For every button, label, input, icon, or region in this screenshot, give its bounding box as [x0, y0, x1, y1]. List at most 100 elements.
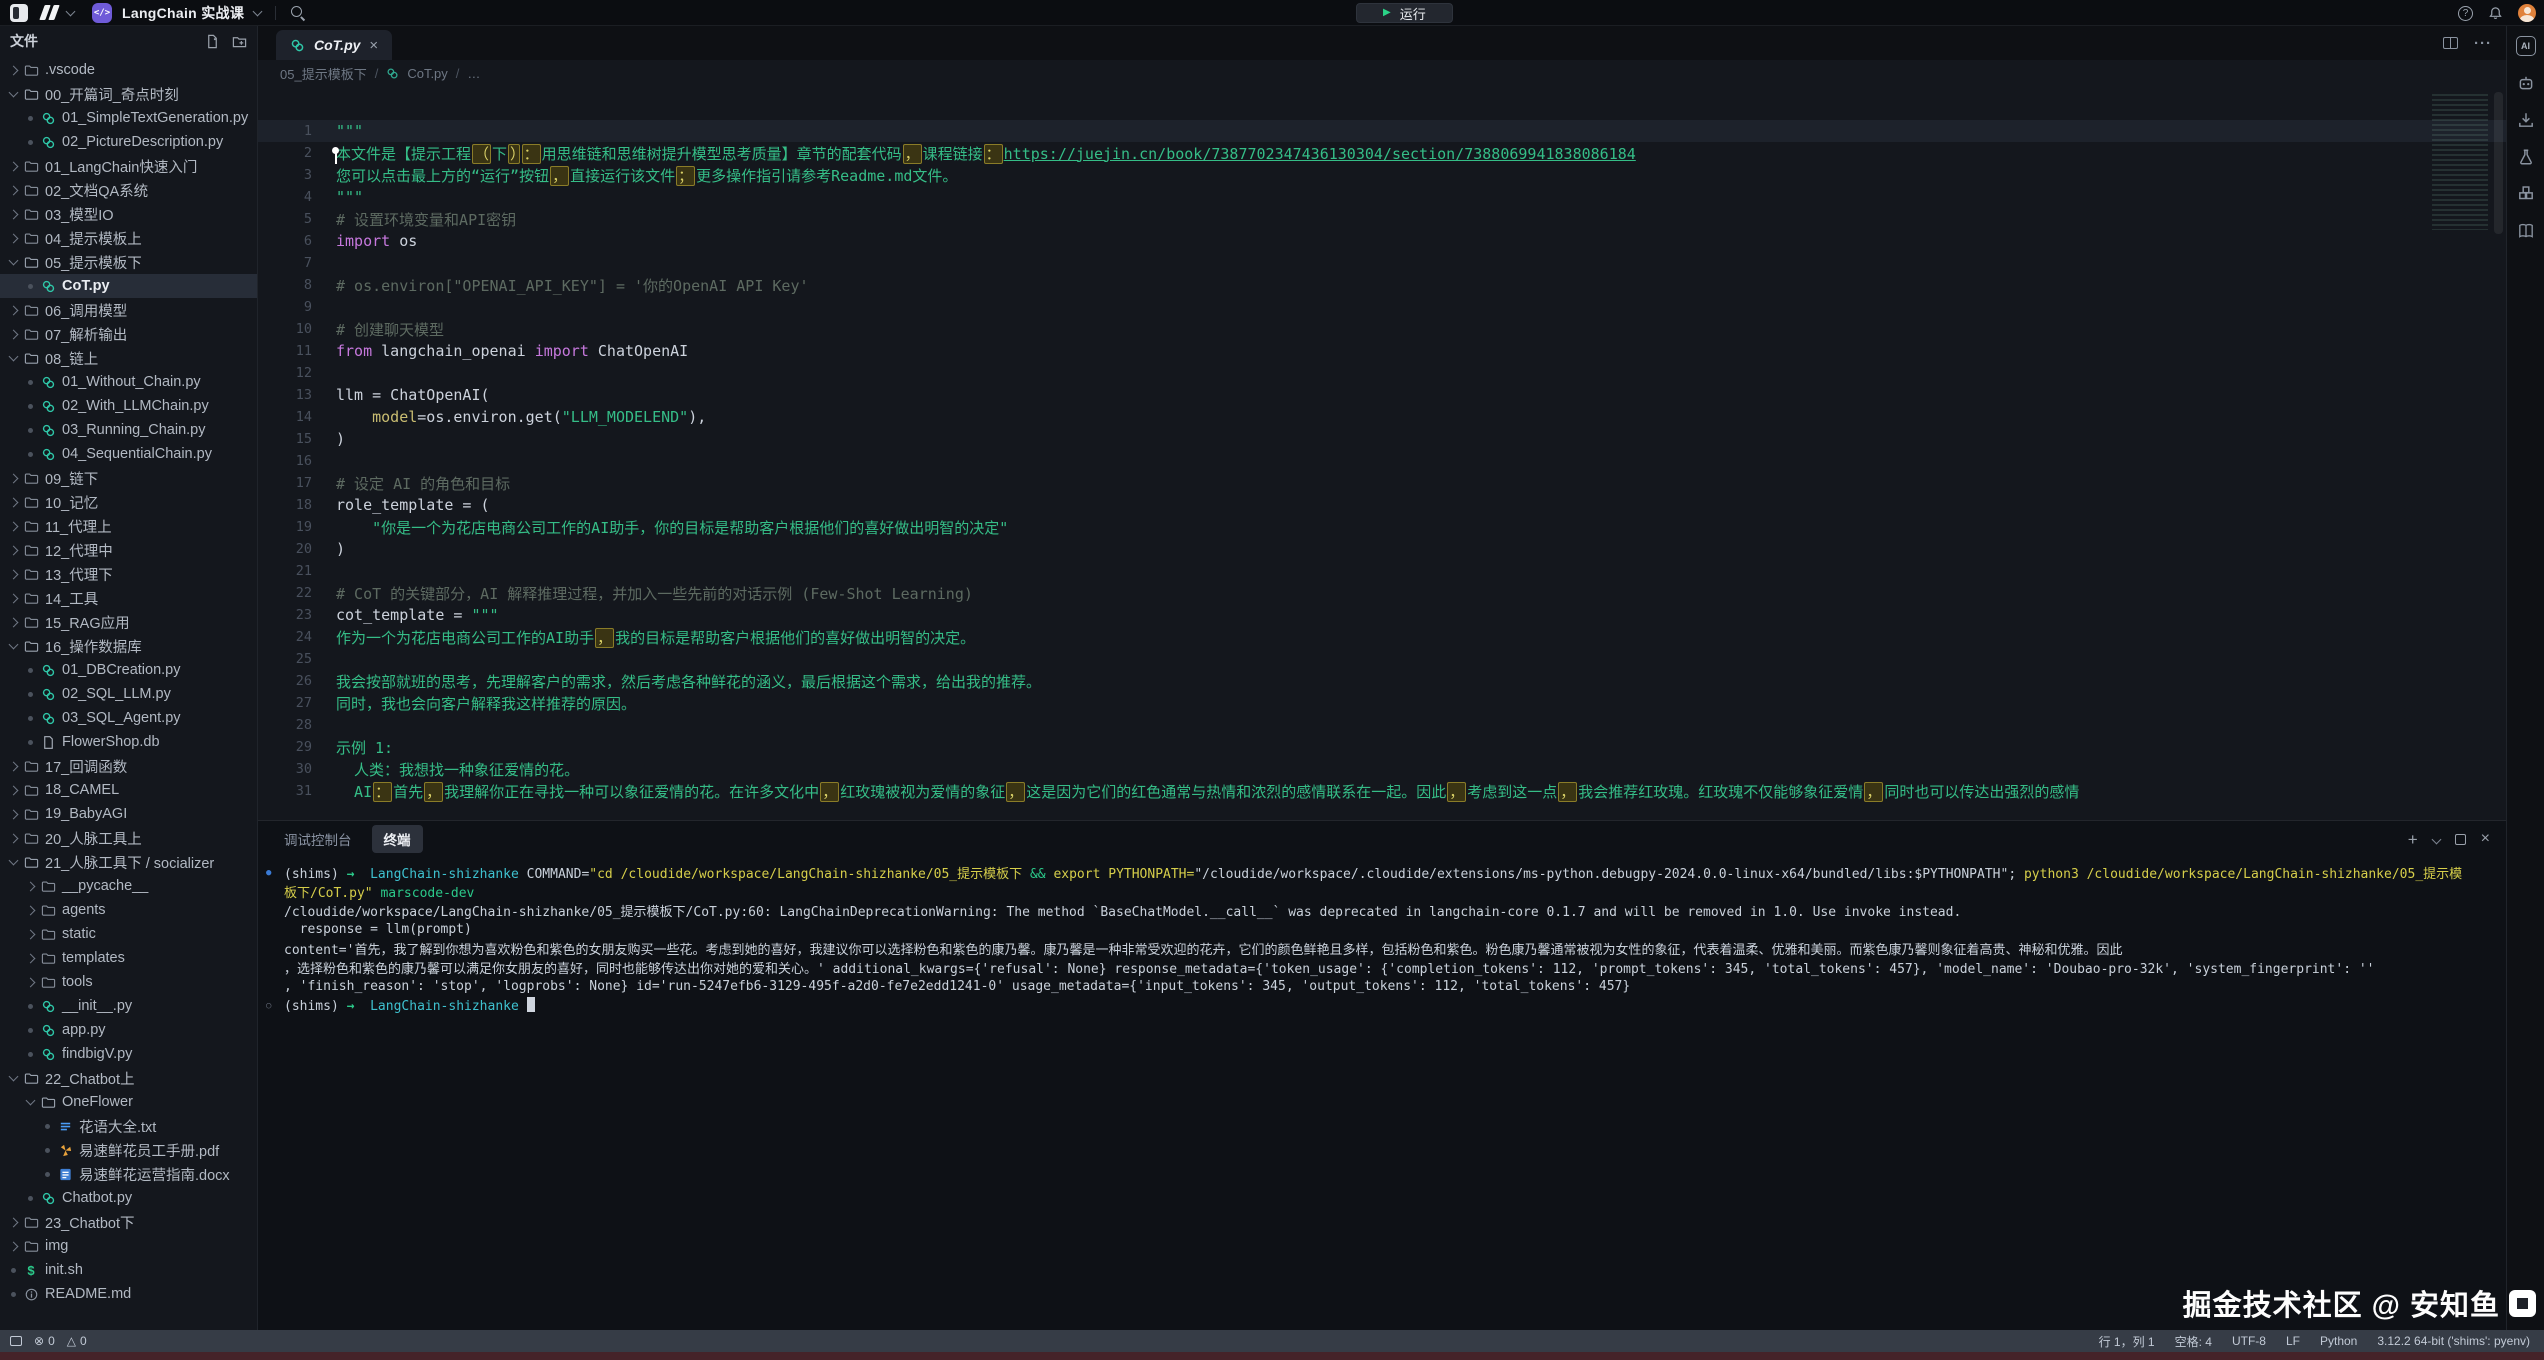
tree-item[interactable]: 00_开篇词_奇点时刻	[0, 82, 257, 106]
tree-item[interactable]: 07_解析输出	[0, 322, 257, 346]
tree-item[interactable]: 16_操作数据库	[0, 634, 257, 658]
status-item[interactable]: Python	[2320, 1334, 2357, 1348]
breadcrumb-folder[interactable]: 05_提示模板下	[280, 64, 367, 83]
terminal[interactable]: ●(shims) → LangChain-shizhanke COMMAND="…	[258, 857, 2506, 1330]
tree-item[interactable]: 14_工具	[0, 586, 257, 610]
tree-item[interactable]: 02_PictureDescription.py	[0, 130, 257, 154]
tree-item[interactable]: 花语大全.txt	[0, 1114, 257, 1138]
tree-item[interactable]: 01_LangChain快速入门	[0, 154, 257, 178]
tree-item[interactable]: findbigV.py	[0, 1042, 257, 1066]
tree-item[interactable]: 08_链上	[0, 346, 257, 370]
tree-item[interactable]: 06_调用模型	[0, 298, 257, 322]
status-item[interactable]: 行 1，列 1	[2099, 1333, 2155, 1350]
tree-item[interactable]: 13_代理下	[0, 562, 257, 586]
tree-item[interactable]: 02_SQL_LLM.py	[0, 682, 257, 706]
tree-item[interactable]: 04_提示模板上	[0, 226, 257, 250]
tree-item[interactable]: 17_回调函数	[0, 754, 257, 778]
tree-item[interactable]: 18_CAMEL	[0, 778, 257, 802]
tree-item[interactable]: templates	[0, 946, 257, 970]
tab-terminal[interactable]: 终端	[372, 825, 423, 853]
tree-item[interactable]: 19_BabyAGI	[0, 802, 257, 826]
tree-item[interactable]: 01_SimpleTextGeneration.py	[0, 106, 257, 130]
marscode-logo-icon[interactable]	[42, 5, 57, 20]
tree-item[interactable]: 11_代理上	[0, 514, 257, 538]
breadcrumb[interactable]: 05_提示模板下 / CoT.py / …	[258, 60, 2506, 86]
tree-item[interactable]: $init.sh	[0, 1258, 257, 1282]
tree-item[interactable]: 05_提示模板下	[0, 250, 257, 274]
close-icon[interactable]: ×	[369, 38, 378, 53]
project-title[interactable]: LangChain 实战课	[122, 3, 244, 23]
tree-item[interactable]: 12_代理中	[0, 538, 257, 562]
warnings-indicator[interactable]: △ 0	[67, 1334, 87, 1348]
robot-icon[interactable]	[2516, 73, 2536, 93]
tree-item[interactable]: README.md	[0, 1282, 257, 1306]
tree-item[interactable]: 01_Without_Chain.py	[0, 370, 257, 394]
tree-item[interactable]: Chatbot.py	[0, 1186, 257, 1210]
chevron-down-icon[interactable]	[66, 6, 76, 16]
tree-item[interactable]: __init__.py	[0, 994, 257, 1018]
breadcrumb-symbol[interactable]: …	[467, 66, 480, 81]
tree-item[interactable]: 易速鲜花员工手册.pdf	[0, 1138, 257, 1162]
tree-item[interactable]: app.py	[0, 1018, 257, 1042]
tree-item[interactable]: tools	[0, 970, 257, 994]
file-tree[interactable]: .vscode00_开篇词_奇点时刻01_SimpleTextGeneratio…	[0, 56, 257, 1330]
tab-debug-console[interactable]: 调试控制台	[272, 825, 364, 853]
chevron-down-icon[interactable]	[253, 6, 263, 16]
tab-cot-py[interactable]: CoT.py ×	[276, 30, 392, 60]
new-file-icon[interactable]	[205, 34, 220, 49]
install-icon[interactable]	[2516, 110, 2536, 130]
notifications-icon[interactable]	[2488, 6, 2503, 21]
ai-assistant-icon[interactable]: AI	[2516, 36, 2536, 56]
tree-item[interactable]: 02_With_LLMChain.py	[0, 394, 257, 418]
tree-item[interactable]: OneFlower	[0, 1090, 257, 1114]
search-icon[interactable]	[290, 5, 306, 21]
tree-item[interactable]: static	[0, 922, 257, 946]
tree-item[interactable]: 09_链下	[0, 466, 257, 490]
flask-icon[interactable]	[2516, 147, 2536, 167]
tree-item[interactable]: FlowerShop.db	[0, 730, 257, 754]
tree-item[interactable]: 03_模型IO	[0, 202, 257, 226]
avatar[interactable]	[2518, 4, 2536, 22]
tree-item[interactable]: 21_人脉工具下 / socializer	[0, 850, 257, 874]
close-panel-icon[interactable]: ×	[2481, 831, 2490, 847]
tree-item[interactable]: 易速鲜花运营指南.docx	[0, 1162, 257, 1186]
tree-item[interactable]: 10_记忆	[0, 490, 257, 514]
tree-item[interactable]: CoT.py	[0, 274, 257, 298]
new-folder-icon[interactable]	[232, 34, 247, 49]
errors-indicator[interactable]: ⊗ 0	[34, 1334, 55, 1348]
new-terminal-icon[interactable]: +	[2408, 831, 2418, 848]
tree-item[interactable]: 20_人脉工具上	[0, 826, 257, 850]
tree-item[interactable]: 03_SQL_Agent.py	[0, 706, 257, 730]
tree-item-label: __init__.py	[62, 998, 132, 1014]
extensions-icon[interactable]	[2516, 184, 2536, 204]
tree-item-label: 21_人脉工具下 / socializer	[45, 852, 214, 873]
tree-item[interactable]: img	[0, 1234, 257, 1258]
tree-item[interactable]: agents	[0, 898, 257, 922]
run-button[interactable]: ▶ 运行	[1356, 3, 1453, 23]
terminal-dropdown-icon[interactable]	[2431, 834, 2441, 844]
status-item[interactable]: 3.12.2 64-bit ('shims': pyenv)	[2377, 1334, 2530, 1348]
docs-icon[interactable]	[2516, 221, 2536, 241]
tree-item[interactable]: 23_Chatbot下	[0, 1210, 257, 1234]
sidebar-toggle-icon[interactable]	[10, 4, 28, 22]
tree-item[interactable]: 01_DBCreation.py	[0, 658, 257, 682]
status-item[interactable]: UTF-8	[2232, 1334, 2266, 1348]
tree-item[interactable]: __pycache__	[0, 874, 257, 898]
tree-item[interactable]: 04_SequentialChain.py	[0, 442, 257, 466]
status-item[interactable]: 空格: 4	[2175, 1333, 2212, 1350]
tree-item[interactable]: 22_Chatbot上	[0, 1066, 257, 1090]
tree-item[interactable]: 15_RAG应用	[0, 610, 257, 634]
remote-icon[interactable]	[10, 1336, 22, 1346]
tree-item[interactable]: .vscode	[0, 58, 257, 82]
tree-item[interactable]: 03_Running_Chain.py	[0, 418, 257, 442]
help-icon[interactable]: ?	[2458, 6, 2473, 21]
code-editor[interactable]: 1"""2本文件是【提示工程（下）：用思维链和思维树提升模型思考质量】章节的配套…	[258, 86, 2506, 820]
split-editor-icon[interactable]	[2443, 37, 2458, 49]
project-badge-icon[interactable]: </>	[92, 3, 112, 23]
breadcrumb-file[interactable]: CoT.py	[407, 66, 447, 81]
tree-item[interactable]: 02_文档QA系统	[0, 178, 257, 202]
more-actions-icon[interactable]: ···	[2474, 35, 2492, 52]
file-dot	[45, 1148, 50, 1153]
maximize-panel-icon[interactable]	[2455, 834, 2466, 845]
status-item[interactable]: LF	[2286, 1334, 2300, 1348]
